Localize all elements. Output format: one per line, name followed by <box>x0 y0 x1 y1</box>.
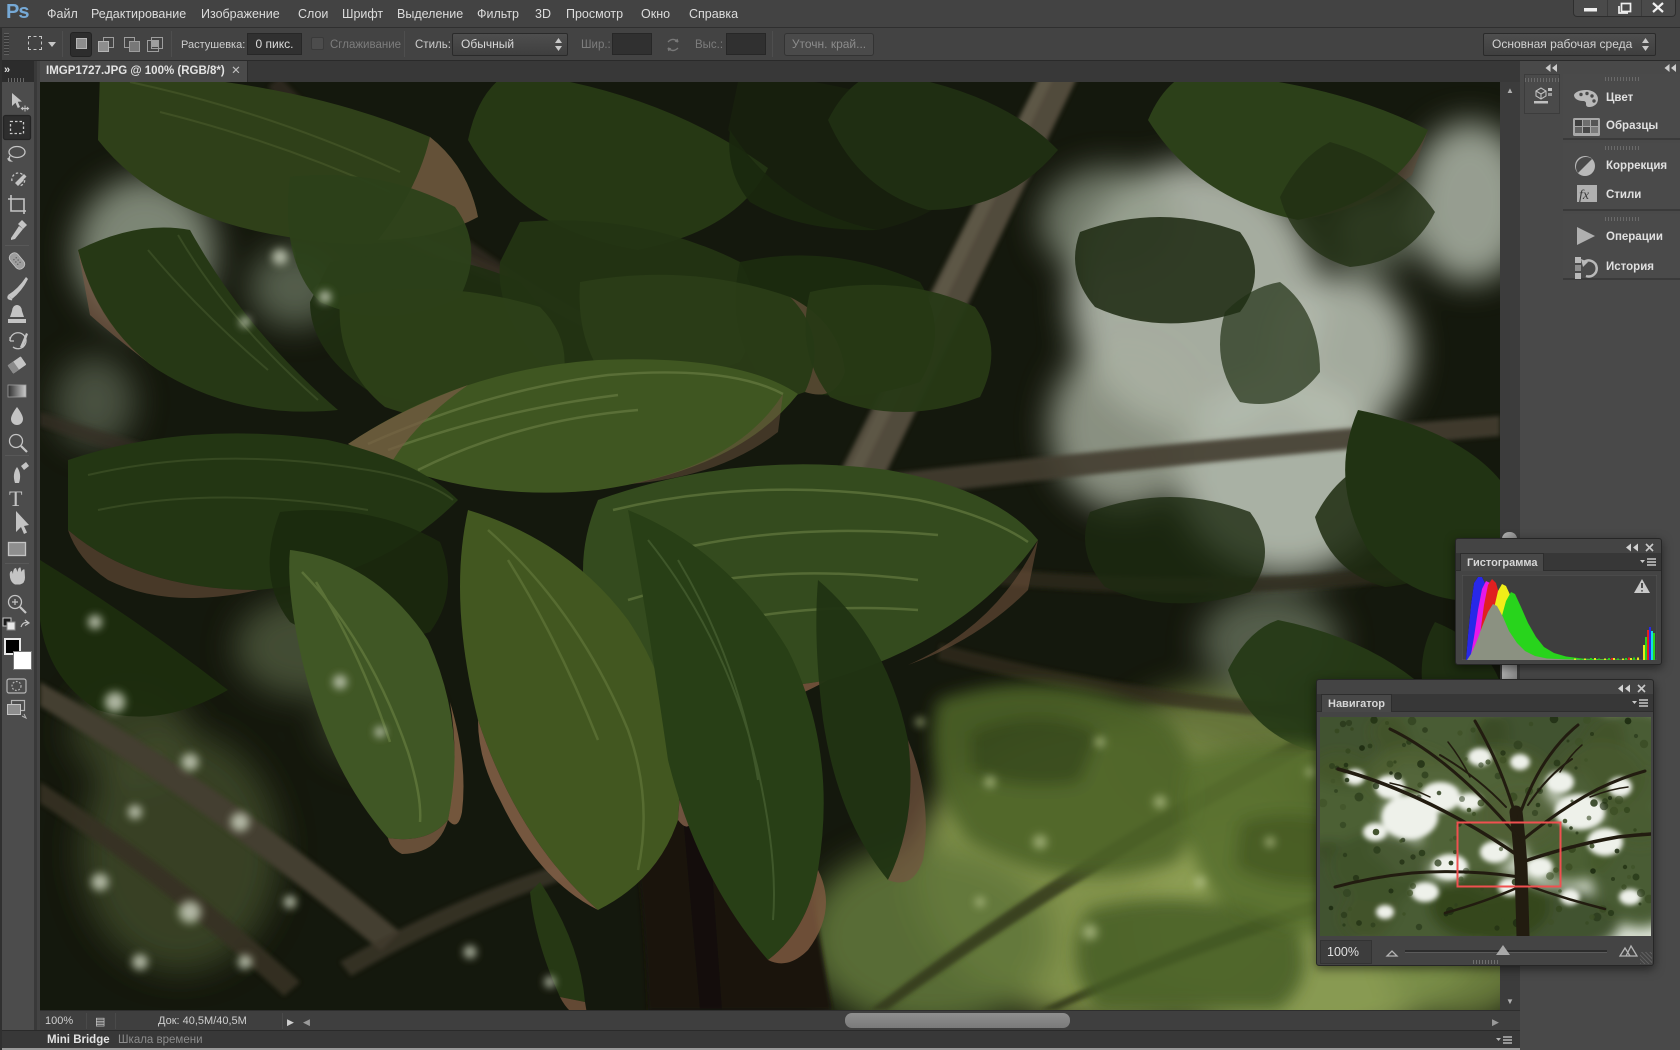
svg-text:T: T <box>9 486 23 511</box>
svg-text:fx: fx <box>1579 188 1590 203</box>
